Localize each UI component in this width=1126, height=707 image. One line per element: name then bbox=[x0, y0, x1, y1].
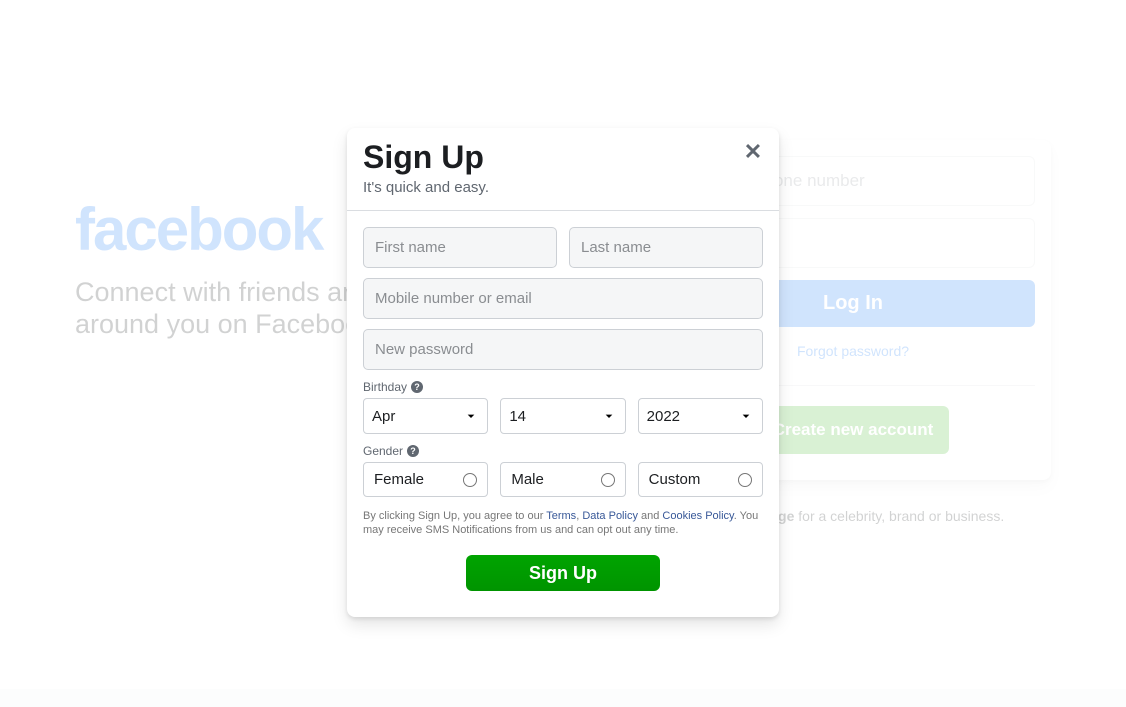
last-name-input[interactable] bbox=[569, 227, 763, 268]
signup-button[interactable]: Sign Up bbox=[466, 555, 660, 591]
birthday-label-text: Birthday bbox=[363, 380, 407, 394]
contact-input[interactable] bbox=[363, 278, 763, 319]
legal-sep2: and bbox=[638, 510, 662, 522]
modal-title: Sign Up bbox=[363, 138, 763, 176]
gender-female-label: Female bbox=[374, 471, 424, 488]
legal-prefix: By clicking Sign Up, you agree to our bbox=[363, 510, 546, 522]
legal-text: By clicking Sign Up, you agree to our Te… bbox=[363, 509, 763, 537]
question-icon[interactable]: ? bbox=[411, 381, 423, 393]
cookies-policy-link[interactable]: Cookies Policy bbox=[662, 510, 733, 522]
gender-row: Female Male Custom bbox=[363, 462, 763, 497]
modal-overlay: Sign Up It's quick and easy. ✕ Birthday … bbox=[0, 0, 1126, 707]
question-icon[interactable]: ? bbox=[407, 445, 419, 457]
gender-custom-label: Custom bbox=[649, 471, 701, 488]
gender-label-text: Gender bbox=[363, 444, 403, 458]
signup-modal: Sign Up It's quick and easy. ✕ Birthday … bbox=[347, 128, 779, 617]
gender-label: Gender ? bbox=[363, 444, 763, 458]
modal-body: Birthday ? Apr 14 2022 Gender ? bbox=[347, 211, 779, 617]
gender-male-label: Male bbox=[511, 471, 544, 488]
birthday-day-select[interactable]: 14 bbox=[500, 398, 625, 434]
first-name-input[interactable] bbox=[363, 227, 557, 268]
gender-female-option[interactable]: Female bbox=[363, 462, 488, 497]
data-policy-link[interactable]: Data Policy bbox=[582, 510, 638, 522]
gender-custom-radio[interactable] bbox=[738, 473, 752, 487]
close-icon[interactable]: ✕ bbox=[741, 140, 765, 164]
birthday-label: Birthday ? bbox=[363, 380, 763, 394]
gender-female-radio[interactable] bbox=[463, 473, 477, 487]
birthday-month-select[interactable]: Apr bbox=[363, 398, 488, 434]
gender-custom-option[interactable]: Custom bbox=[638, 462, 763, 497]
modal-subtitle: It's quick and easy. bbox=[363, 176, 763, 200]
birthday-row: Apr 14 2022 bbox=[363, 398, 763, 434]
terms-link[interactable]: Terms bbox=[546, 510, 576, 522]
gender-male-radio[interactable] bbox=[601, 473, 615, 487]
gender-male-option[interactable]: Male bbox=[500, 462, 625, 497]
birthday-year-select[interactable]: 2022 bbox=[638, 398, 763, 434]
modal-header: Sign Up It's quick and easy. ✕ bbox=[347, 128, 779, 211]
new-password-input[interactable] bbox=[363, 329, 763, 370]
